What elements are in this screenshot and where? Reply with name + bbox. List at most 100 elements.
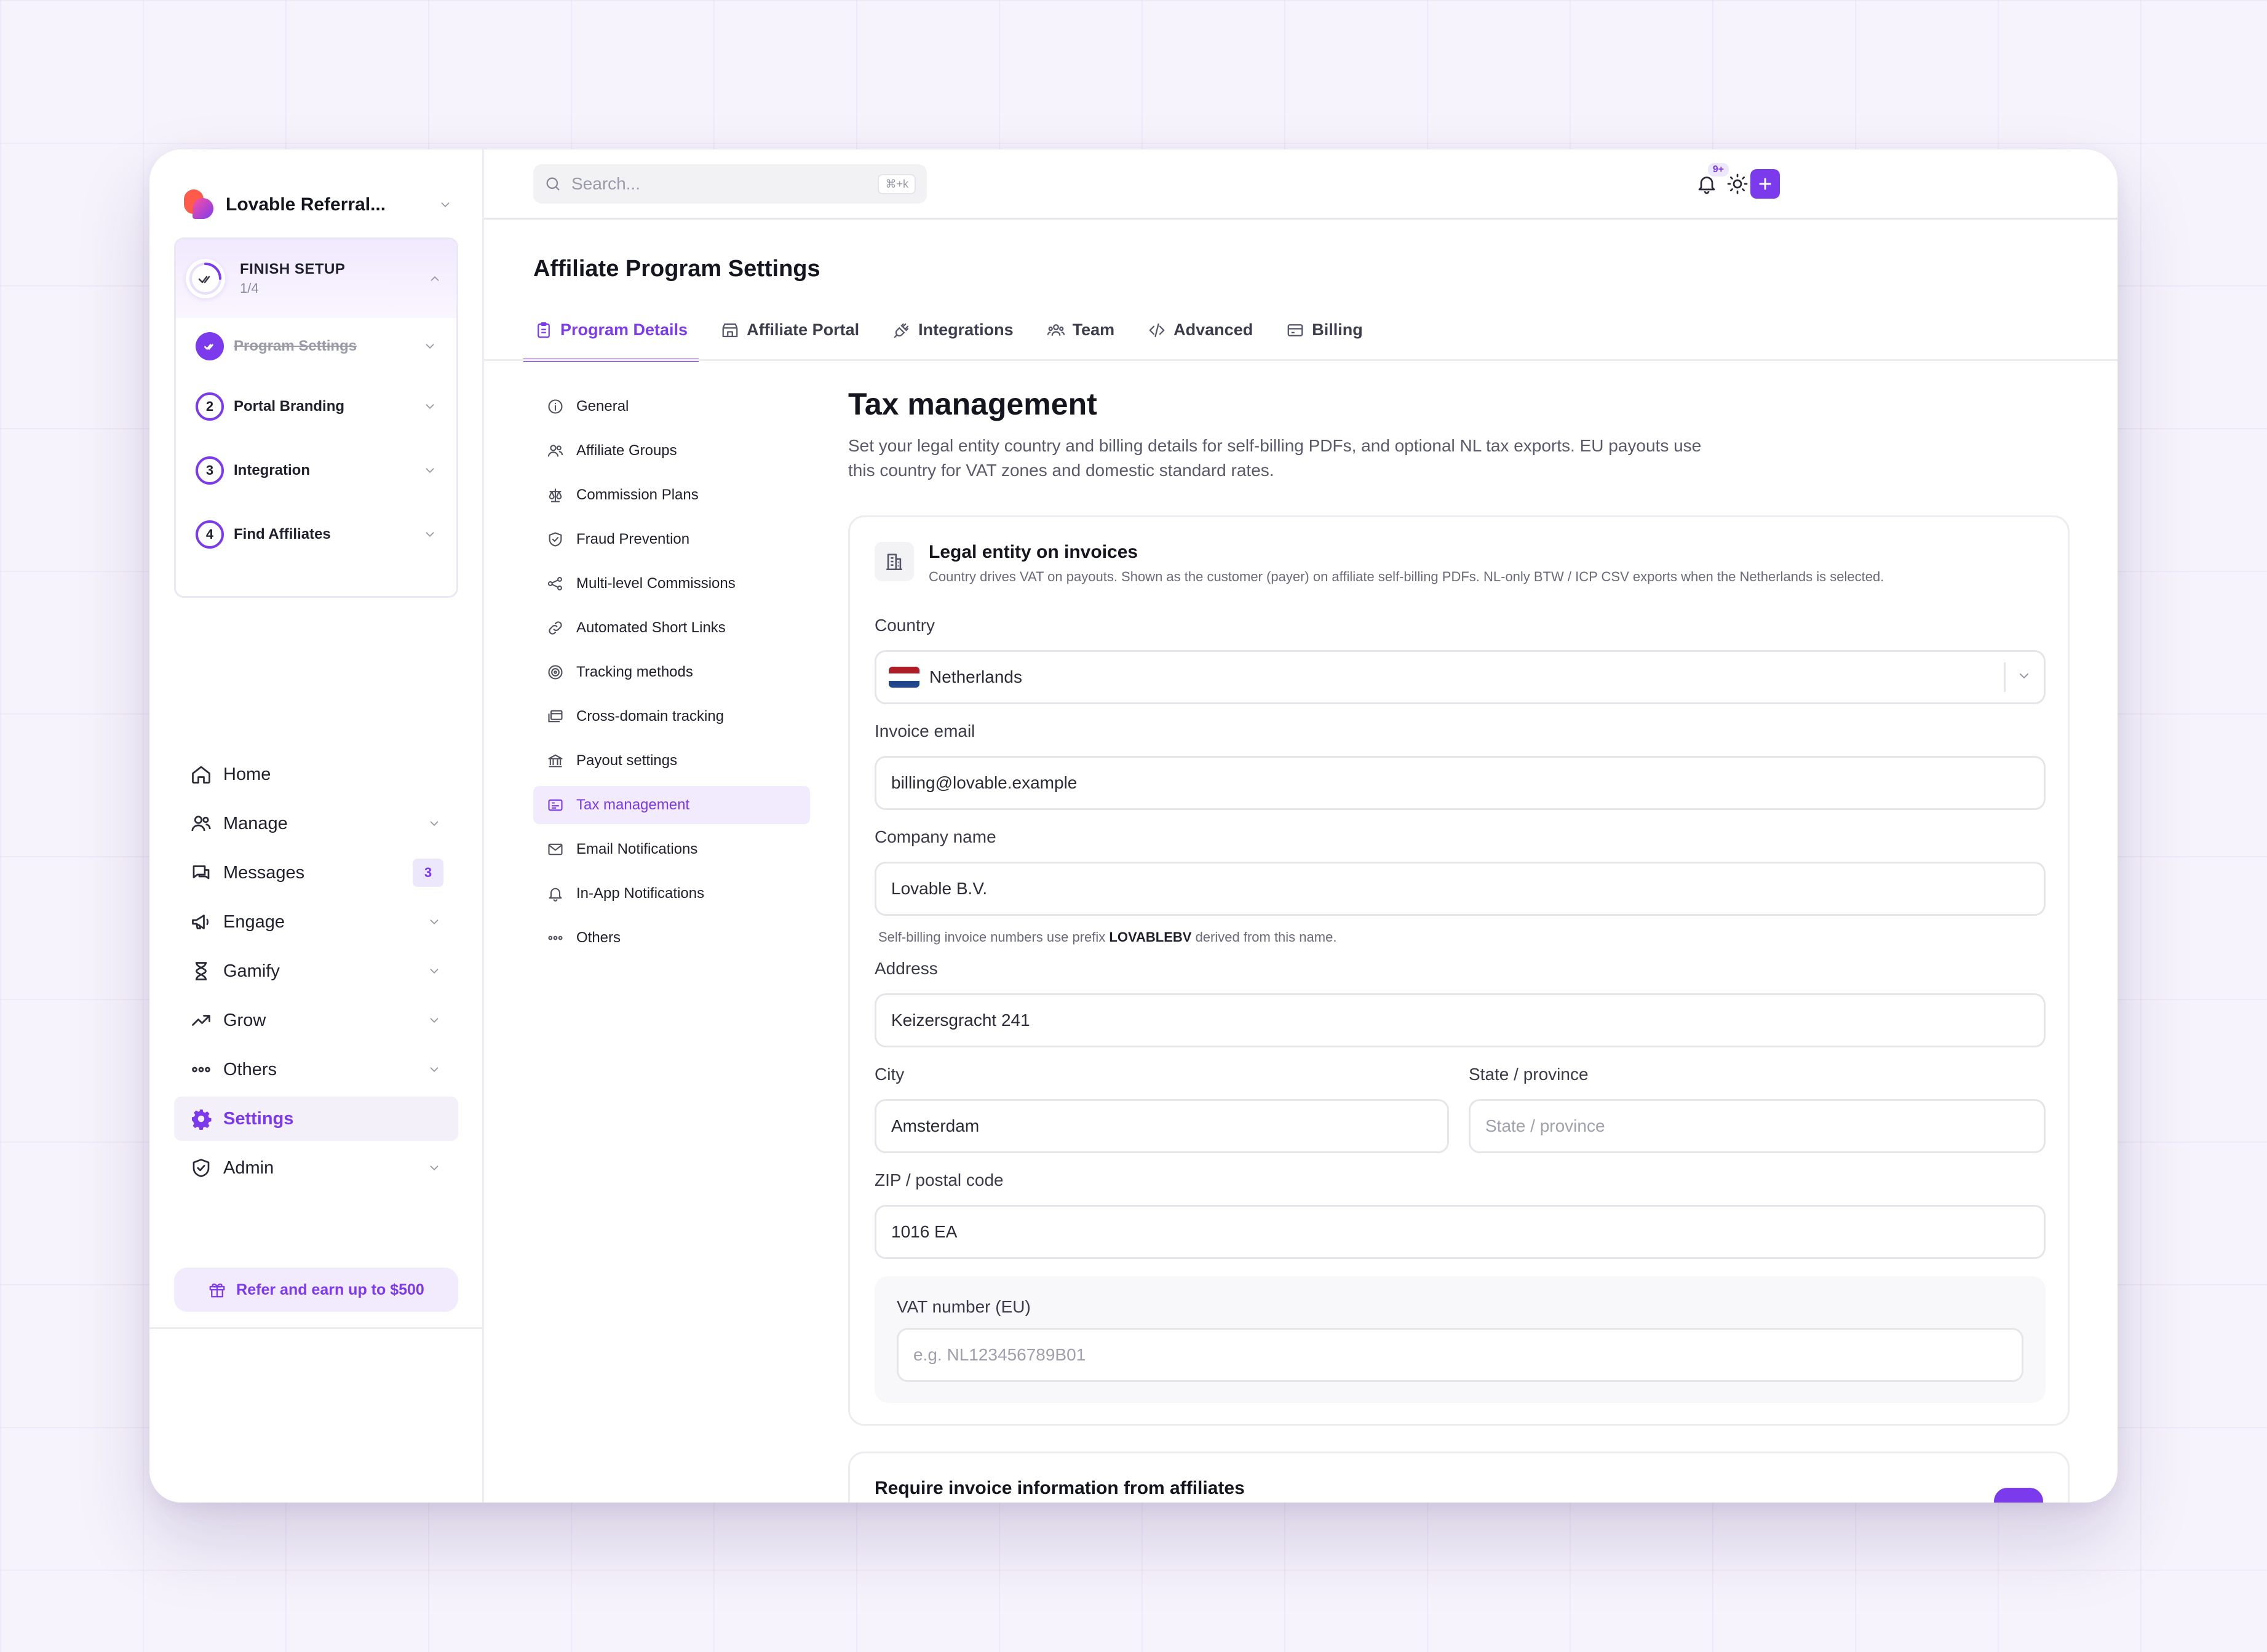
subnav-label: Tracking methods bbox=[576, 664, 693, 680]
building-icon bbox=[875, 542, 914, 581]
subnav-item-others[interactable]: Others bbox=[533, 919, 810, 957]
card-subtitle: Country drives VAT on payouts. Shown as … bbox=[929, 569, 1884, 584]
setup-title: FINISH SETUP bbox=[240, 261, 346, 277]
subnav-item-in-app-notifications[interactable]: In-App Notifications bbox=[533, 875, 810, 913]
setup-step-integration[interactable]: 3 Integration bbox=[176, 439, 456, 502]
tab-advanced[interactable]: Advanced bbox=[1137, 301, 1264, 362]
vat-number-label: VAT number (EU) bbox=[897, 1297, 1031, 1316]
subnav-item-email-notifications[interactable]: Email Notifications bbox=[533, 830, 810, 868]
tab-program-details[interactable]: Program Details bbox=[523, 301, 699, 362]
nav-item-admin[interactable]: Admin bbox=[174, 1146, 458, 1190]
city-input[interactable] bbox=[875, 1099, 1449, 1153]
step-number: 4 bbox=[196, 520, 224, 549]
zip-input[interactable] bbox=[875, 1205, 2046, 1259]
chevron-down-icon bbox=[425, 962, 443, 980]
nav-item-messages[interactable]: Messages 3 bbox=[174, 851, 458, 895]
subnav-label: In-App Notifications bbox=[576, 885, 705, 902]
invoice-email-input[interactable] bbox=[875, 756, 2046, 810]
setup-step-find-affiliates[interactable]: 4 Find Affiliates bbox=[176, 502, 456, 566]
windows-icon bbox=[548, 710, 563, 723]
chevron-down-icon bbox=[436, 196, 455, 214]
tab-integrations[interactable]: Integrations bbox=[881, 301, 1025, 362]
notifications-button[interactable]: 9+ bbox=[1692, 163, 1729, 199]
nav-item-settings[interactable]: Settings bbox=[174, 1097, 458, 1141]
nav-item-engage[interactable]: Engage bbox=[174, 900, 458, 944]
create-button[interactable] bbox=[1750, 169, 1780, 199]
nav-item-gamify[interactable]: Gamify bbox=[174, 949, 458, 993]
vat-number-box: VAT number (EU) bbox=[875, 1276, 2046, 1403]
subnav-item-payout-settings[interactable]: Payout settings bbox=[533, 742, 810, 780]
chevron-up-icon bbox=[426, 269, 444, 288]
target-icon bbox=[548, 665, 563, 680]
users-icon bbox=[547, 445, 563, 457]
subnav-item-cross-domain-tracking[interactable]: Cross-domain tracking bbox=[533, 697, 810, 736]
org-switcher[interactable]: Lovable Referral... bbox=[184, 180, 455, 229]
company-name-input[interactable] bbox=[875, 862, 2046, 916]
setup-step-portal-branding[interactable]: 2 Portal Branding bbox=[176, 375, 456, 439]
nav-item-others[interactable]: Others bbox=[174, 1047, 458, 1092]
card-icon bbox=[1287, 324, 1303, 336]
section-description: Set your legal entity country and billin… bbox=[848, 436, 1702, 480]
finish-setup-card: FINISH SETUP 1/4 Program Settings 2 Port… bbox=[174, 237, 458, 598]
subnav-item-commission-plans[interactable]: Commission Plans bbox=[533, 476, 810, 514]
invoice-prefix: LOVABLEBV bbox=[1109, 929, 1192, 945]
select-divider bbox=[2004, 662, 2006, 692]
nav-label: Engage bbox=[223, 911, 285, 932]
card-header: Legal entity on invoices Country drives … bbox=[875, 542, 1884, 585]
gear-icon bbox=[189, 1106, 213, 1131]
nav-item-manage[interactable]: Manage bbox=[174, 801, 458, 846]
nav-item-grow[interactable]: Grow bbox=[174, 998, 458, 1042]
search-box[interactable]: ⌘+k bbox=[533, 164, 927, 204]
subnav-label: Email Notifications bbox=[576, 841, 698, 857]
step-number: 3 bbox=[196, 456, 224, 485]
hourglass-icon bbox=[189, 959, 213, 983]
hint-text: derived from this name. bbox=[1191, 929, 1337, 945]
tab-affiliate-portal[interactable]: Affiliate Portal bbox=[710, 301, 870, 362]
company-prefix-hint: Self-billing invoice numbers use prefix … bbox=[878, 929, 1336, 945]
setup-step-program-settings[interactable]: Program Settings bbox=[176, 318, 456, 375]
theme-toggle-button[interactable] bbox=[1723, 169, 1752, 199]
settings-tabs: Program Details Affiliate Portal Integra… bbox=[523, 301, 1385, 362]
shield-check-icon bbox=[549, 532, 562, 547]
chevron-down-icon bbox=[425, 1060, 443, 1079]
state-input[interactable] bbox=[1469, 1099, 2046, 1153]
subnav-item-tax-management[interactable]: Tax management bbox=[533, 786, 810, 824]
store-icon bbox=[722, 323, 738, 337]
invoice-email-label: Invoice email bbox=[875, 721, 975, 741]
country-select[interactable]: Netherlands bbox=[875, 650, 2046, 704]
subnav-item-fraud-prevention[interactable]: Fraud Prevention bbox=[533, 520, 810, 558]
tab-team[interactable]: Team bbox=[1036, 301, 1126, 362]
address-label: Address bbox=[875, 959, 938, 978]
subnav-item-tracking-methods[interactable]: Tracking methods bbox=[533, 653, 810, 691]
finish-setup-header[interactable]: FINISH SETUP 1/4 bbox=[176, 239, 456, 318]
home-icon bbox=[189, 762, 213, 787]
check-circle-icon bbox=[196, 332, 224, 360]
chevron-down-icon bbox=[421, 397, 439, 416]
code-icon bbox=[1149, 323, 1165, 337]
tab-billing[interactable]: Billing bbox=[1275, 301, 1374, 362]
tab-label: Advanced bbox=[1173, 320, 1253, 339]
setup-step-label: Portal Branding bbox=[234, 398, 345, 415]
vat-number-input[interactable] bbox=[897, 1328, 2023, 1382]
messages-count-badge: 3 bbox=[413, 859, 443, 887]
subnav-item-multi-level-commissions[interactable]: Multi-level Commissions bbox=[533, 565, 810, 603]
setup-step-label: Integration bbox=[234, 462, 310, 479]
subnav-label: Tax management bbox=[576, 796, 690, 813]
subnav-item-affiliate-groups[interactable]: Affiliate Groups bbox=[533, 432, 810, 470]
refer-and-earn-button[interactable]: Refer and earn up to $500 bbox=[174, 1268, 458, 1312]
subnav-item-general[interactable]: General bbox=[533, 387, 810, 426]
country-value: Netherlands bbox=[929, 667, 1022, 686]
zip-label: ZIP / postal code bbox=[875, 1170, 1004, 1189]
sidebar: Lovable Referral... FINISH SETUP 1/4 Pro… bbox=[149, 149, 484, 1503]
tab-label: Integrations bbox=[918, 320, 1014, 339]
search-icon bbox=[546, 177, 560, 191]
plug-icon bbox=[894, 323, 909, 338]
subnav-item-automated-short-links[interactable]: Automated Short Links bbox=[533, 609, 810, 647]
card-title: Legal entity on invoices bbox=[929, 542, 1138, 562]
chevron-down-icon bbox=[421, 525, 439, 544]
search-input[interactable] bbox=[571, 174, 878, 194]
link-icon bbox=[549, 621, 562, 635]
address-input[interactable] bbox=[875, 993, 2046, 1047]
nav-item-home[interactable]: Home bbox=[174, 752, 458, 796]
require-invoice-toggle[interactable] bbox=[1994, 1488, 2043, 1503]
